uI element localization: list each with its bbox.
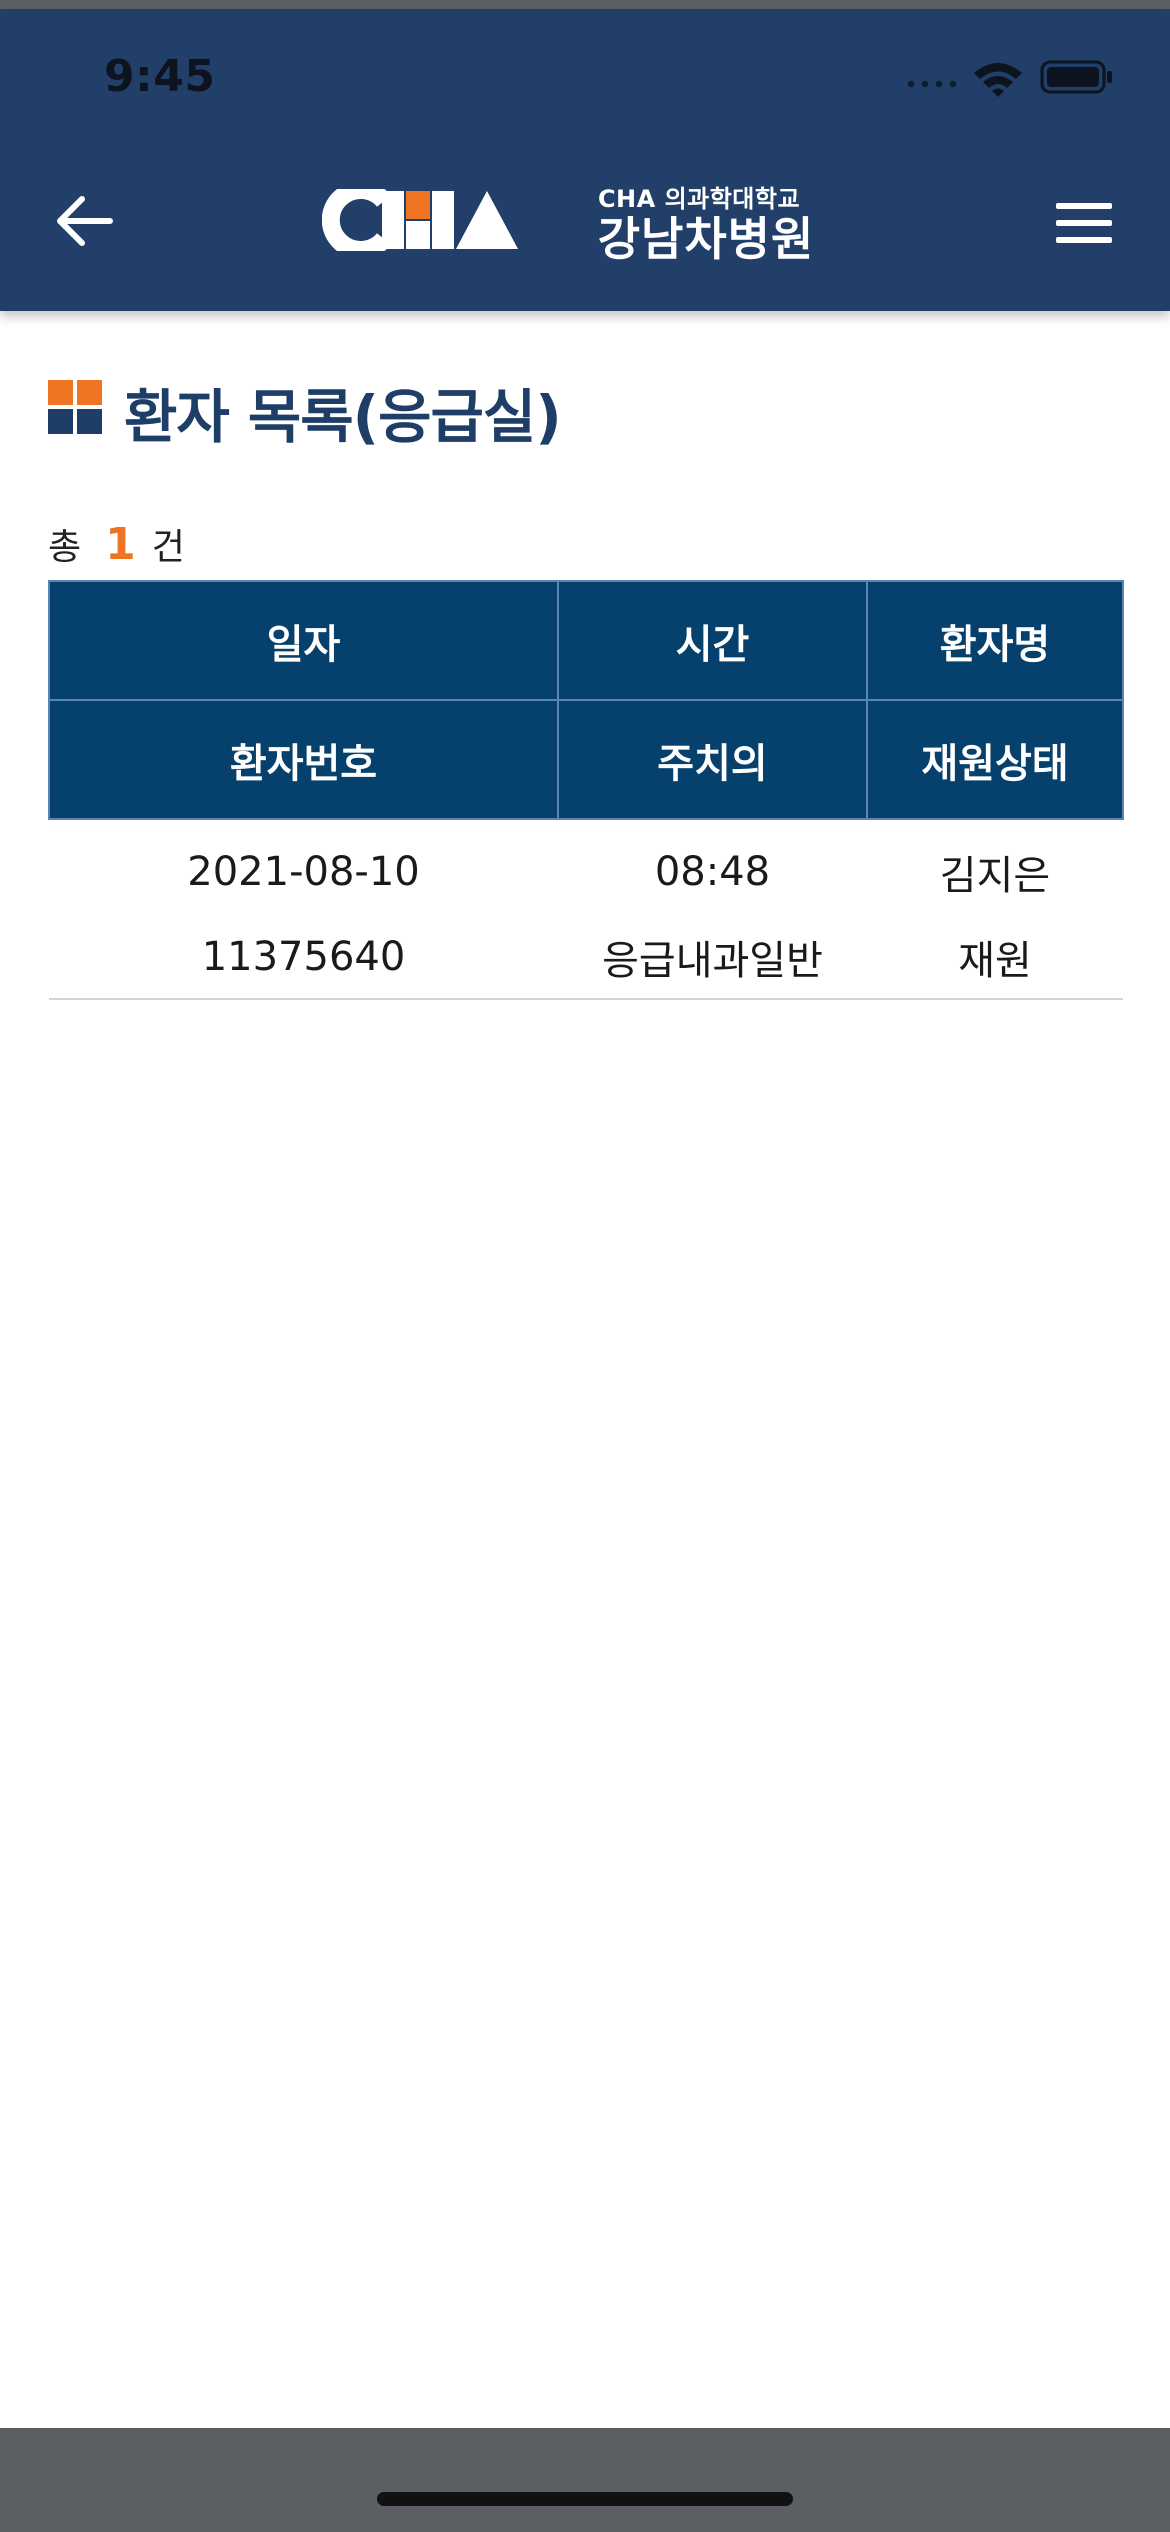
count-prefix: 총 xyxy=(48,527,82,568)
hamburger-menu-icon[interactable] xyxy=(1056,201,1114,245)
header-date: 일자 xyxy=(48,580,559,701)
count-number: 1 xyxy=(105,519,136,570)
cell-patient-name: 김지은 xyxy=(939,853,1051,899)
cell-attending-physician: 응급내과일반 xyxy=(558,916,867,1000)
cell-date: 2021-08-10 xyxy=(187,849,420,895)
table-header-row: 일자 시간 환자명 xyxy=(48,580,1124,701)
table-header-row: 환자번호 주치의 재원상태 xyxy=(48,699,1124,820)
cell-time: 08:48 xyxy=(654,849,771,895)
patient-table: 일자 시간 환자명 환자번호 주치의 재원상태 2021-08-10 08:48… xyxy=(48,580,1124,1000)
header-admission-status: 재원상태 xyxy=(866,699,1124,820)
app-header: 9:45 CHA 의과학대학교 강남차병원 xyxy=(0,9,1170,311)
bottom-bar xyxy=(0,2428,1170,2532)
back-arrow-icon[interactable] xyxy=(52,189,116,253)
header-time: 시간 xyxy=(557,580,868,701)
grid-squares-icon xyxy=(48,380,102,434)
top-edge xyxy=(0,0,1170,9)
count-suffix: 건 xyxy=(151,527,185,568)
header-patient-number: 환자번호 xyxy=(48,699,559,820)
status-bar-time: 9:45 xyxy=(104,51,216,102)
cell-admission-status: 재원 xyxy=(867,916,1123,1000)
home-indicator[interactable] xyxy=(377,2492,793,2506)
wifi-icon xyxy=(974,63,1022,97)
cha-logo-mark-icon xyxy=(322,189,518,251)
cellular-signal-icon xyxy=(907,80,957,88)
cell-patient-number: 11375640 xyxy=(49,916,558,1000)
battery-icon xyxy=(1040,60,1112,94)
hospital-logo[interactable]: CHA 의과학대학교 강남차병원 xyxy=(322,179,852,266)
table-row[interactable]: 11375640 응급내과일반 재원 xyxy=(49,916,1123,1000)
page-title: 환자 목록(응급실) xyxy=(124,383,562,451)
result-count: 총1건 xyxy=(48,518,185,570)
table-row[interactable]: 2021-08-10 08:48 김지은 xyxy=(49,819,1123,916)
logo-title: 강남차병원 xyxy=(597,212,815,266)
header-attending-physician: 주치의 xyxy=(557,699,868,820)
header-patient-name: 환자명 xyxy=(866,580,1124,701)
